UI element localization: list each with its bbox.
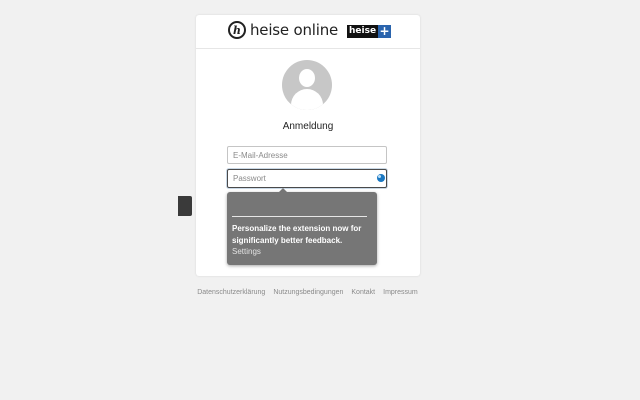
tooltip-settings-link[interactable]: Settings <box>232 247 261 256</box>
user-avatar-icon <box>282 60 332 110</box>
password-field[interactable] <box>227 169 387 188</box>
extension-tooltip: Personalize the extension now for signif… <box>227 188 377 265</box>
tooltip-caret <box>279 188 287 192</box>
password-manager-icon[interactable] <box>377 174 385 182</box>
heise-logo-icon: h <box>228 21 246 39</box>
logo-text: heise online <box>250 21 339 39</box>
footer-link-kontakt[interactable]: Kontakt <box>351 289 375 296</box>
avatar-body <box>291 89 323 110</box>
plus-badge-word: heise <box>347 25 379 38</box>
plus-badge-sign: + <box>378 24 392 38</box>
footer-links: Datenschutzerklärung Nutzungsbedingungen… <box>0 289 615 296</box>
site-header: h heise online heise + <box>196 15 420 49</box>
heise-plus-badge[interactable]: heise + <box>347 24 392 38</box>
tooltip-message: Personalize the extension now for signif… <box>232 224 362 245</box>
tooltip-divider <box>232 216 367 217</box>
email-field[interactable] <box>227 146 387 164</box>
footer-link-datenschutz[interactable]: Datenschutzerklärung <box>197 289 265 296</box>
heise-online-logo[interactable]: h heise online <box>228 21 338 39</box>
avatar-head <box>299 69 315 87</box>
footer-link-nutzungsbedingungen[interactable]: Nutzungsbedingungen <box>273 289 343 296</box>
login-submit-button[interactable] <box>178 196 192 216</box>
login-title: Anmeldung <box>282 121 334 132</box>
footer-link-impressum[interactable]: Impressum <box>383 289 418 296</box>
